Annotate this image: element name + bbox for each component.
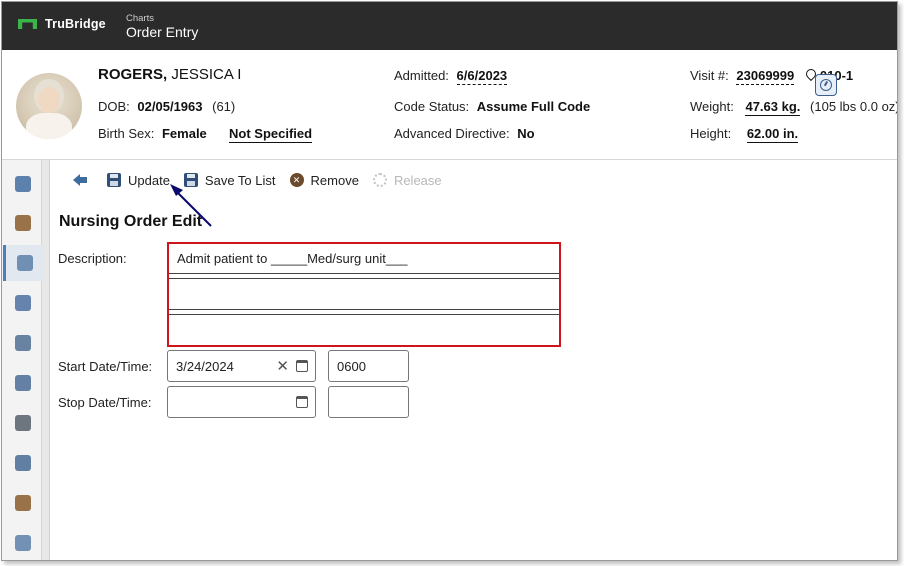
arrow-shaft	[176, 191, 212, 227]
arrow-head-icon	[170, 184, 183, 196]
annotation-arrow	[170, 184, 212, 227]
